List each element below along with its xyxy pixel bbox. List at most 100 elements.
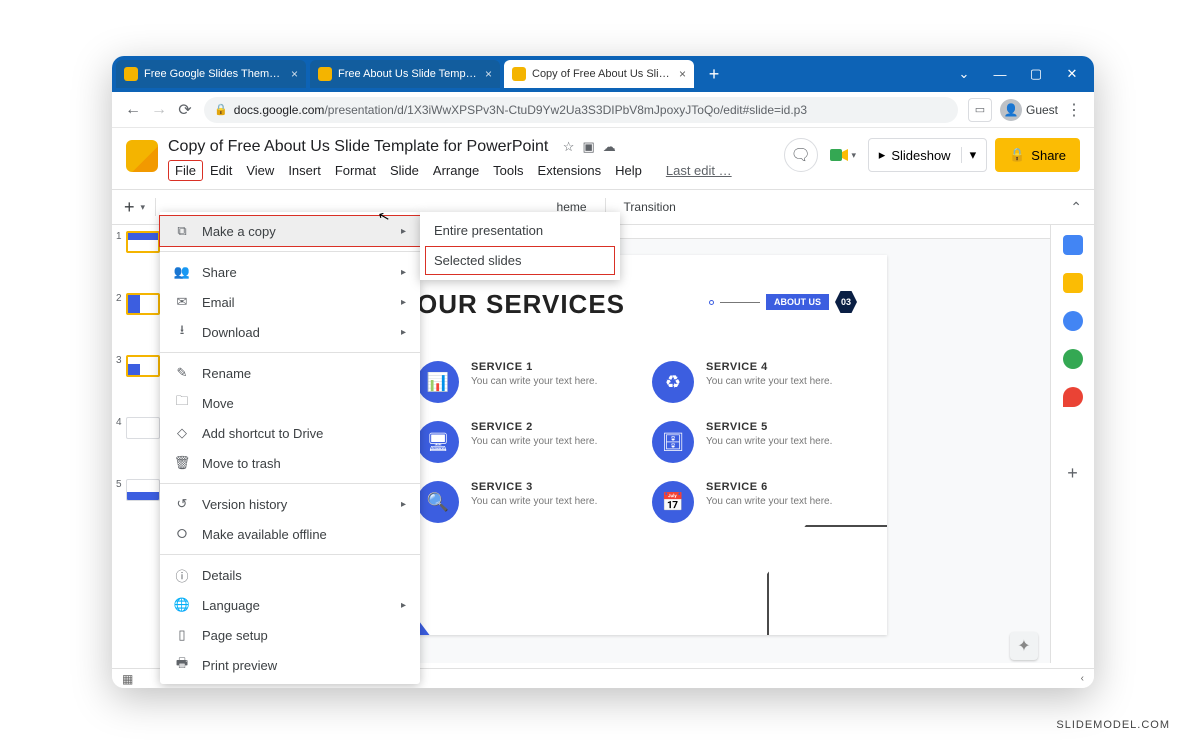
tab-close-icon[interactable]: × bbox=[679, 67, 686, 81]
menu-arrange[interactable]: Arrange bbox=[426, 160, 486, 181]
menu-language[interactable]: 🌐Language▸ bbox=[160, 590, 420, 620]
thumbnail-panel: 1 2 3 4 5 bbox=[112, 225, 164, 663]
profile-label: Guest bbox=[1026, 103, 1058, 117]
menu-version-history[interactable]: ↺Version history▸ bbox=[160, 489, 420, 519]
slides-logo-icon[interactable] bbox=[126, 140, 158, 172]
page-icon: ▯ bbox=[174, 627, 190, 643]
toolbar-transition[interactable]: Transition bbox=[616, 200, 684, 214]
menu-format[interactable]: Format bbox=[328, 160, 383, 181]
tab-close-icon[interactable]: × bbox=[485, 67, 492, 81]
menu-details[interactable]: ⓘDetails bbox=[160, 560, 420, 590]
share-button[interactable]: 🔒 Share bbox=[995, 138, 1080, 172]
contacts-icon[interactable] bbox=[1063, 349, 1083, 369]
tab-close-icon[interactable]: × bbox=[291, 67, 298, 81]
maps-icon[interactable] bbox=[1063, 387, 1083, 407]
submenu-selected-slides[interactable]: Selected slides bbox=[426, 247, 614, 274]
slide-thumb-3[interactable] bbox=[126, 355, 160, 377]
slide-thumb-2[interactable] bbox=[126, 293, 160, 315]
browser-tab-1[interactable]: Free Google Slides Themes - Slid × bbox=[116, 60, 306, 88]
url-host: docs.google.com bbox=[234, 103, 325, 117]
titlebar: Free Google Slides Themes - Slid × Free … bbox=[112, 56, 1094, 92]
slide-thumb-4[interactable] bbox=[126, 417, 160, 439]
slideshow-label: Slideshow bbox=[891, 148, 950, 163]
star-icon[interactable]: ☆ bbox=[563, 139, 575, 155]
minimize-button[interactable]: — bbox=[982, 56, 1018, 92]
kebab-menu-icon[interactable]: ⋮ bbox=[1062, 98, 1086, 122]
slide-thumb-5[interactable] bbox=[126, 479, 160, 501]
cloud-icon[interactable]: ☁ bbox=[603, 139, 616, 155]
file-menu-dropdown: ⧉Make a copy▸ 👥Share▸ ✉Email▸ ⭳Download▸… bbox=[160, 212, 420, 684]
slide-thumb-1[interactable] bbox=[126, 231, 160, 253]
menu-slide[interactable]: Slide bbox=[383, 160, 426, 181]
menu-move[interactable]: 🗀Move bbox=[160, 388, 420, 418]
download-icon: ⭳ bbox=[174, 324, 190, 340]
move-icon[interactable]: ▣ bbox=[582, 139, 594, 155]
meet-button[interactable]: ▾ bbox=[826, 138, 860, 172]
chevron-left-icon[interactable]: ‹ bbox=[1081, 673, 1084, 684]
info-icon: ⓘ bbox=[174, 567, 190, 583]
calendar-icon[interactable] bbox=[1063, 235, 1083, 255]
tasks-icon[interactable] bbox=[1063, 311, 1083, 331]
make-a-copy-submenu: Entire presentation Selected slides bbox=[420, 212, 620, 280]
address-field[interactable]: 🔒 docs.google.com/presentation/d/1X3iWwX… bbox=[204, 97, 958, 123]
document-title[interactable]: Copy of Free About Us Slide Template for… bbox=[168, 138, 548, 155]
maximize-button[interactable]: ▢ bbox=[1018, 56, 1054, 92]
menu-rename[interactable]: ✎Rename bbox=[160, 358, 420, 388]
service-item: 📊SERVICE 1You can write your text here. bbox=[417, 361, 612, 403]
service-item: 📅SERVICE 6You can write your text here. bbox=[652, 481, 847, 523]
rename-icon: ✎ bbox=[174, 365, 190, 381]
browser-tab-2[interactable]: Free About Us Slide Template fo × bbox=[310, 60, 500, 88]
add-addon-button[interactable]: + bbox=[1067, 463, 1078, 484]
window-controls: ⌄ — ▢ ✕ bbox=[946, 56, 1090, 92]
browser-tab-3-active[interactable]: Copy of Free About Us Slide Tem × bbox=[504, 60, 694, 88]
menu-page-setup[interactable]: ▯Page setup bbox=[160, 620, 420, 650]
menu-email[interactable]: ✉Email▸ bbox=[160, 287, 420, 317]
copy-icon: ⧉ bbox=[174, 223, 190, 239]
database-icon: 🗄 bbox=[652, 421, 694, 463]
last-edit-link[interactable]: Last edit … bbox=[659, 160, 739, 181]
favicon bbox=[318, 67, 332, 81]
thumb-num: 1 bbox=[116, 231, 122, 242]
slide-badge: ABOUT US 03 bbox=[709, 291, 857, 313]
menu-view[interactable]: View bbox=[239, 160, 281, 181]
slideshow-button[interactable]: ▸ Slideshow ▾ bbox=[868, 138, 987, 172]
drive-icon: ◇ bbox=[174, 425, 190, 441]
menu-offline[interactable]: ⭘Make available offline bbox=[160, 519, 420, 549]
service-item: 🔍SERVICE 3You can write your text here. bbox=[417, 481, 612, 523]
menu-bar: File Edit View Insert Format Slide Arran… bbox=[168, 160, 784, 181]
menu-trash[interactable]: 🗑Move to trash bbox=[160, 448, 420, 478]
menu-extensions[interactable]: Extensions bbox=[531, 160, 609, 181]
decorative-outline bbox=[767, 525, 887, 635]
reload-button[interactable]: ⟳ bbox=[172, 97, 198, 123]
thumb-num: 5 bbox=[116, 479, 122, 490]
new-tab-button[interactable]: + bbox=[702, 62, 726, 86]
menu-print-preview[interactable]: 🖶Print preview bbox=[160, 650, 420, 680]
forward-button[interactable]: → bbox=[146, 97, 172, 123]
history-icon: ↺ bbox=[174, 496, 190, 512]
menu-tools[interactable]: Tools bbox=[486, 160, 530, 181]
menu-help[interactable]: Help bbox=[608, 160, 649, 181]
comments-button[interactable]: 🗨 bbox=[784, 138, 818, 172]
grid-view-icon[interactable]: ▦ bbox=[122, 672, 133, 686]
menu-download[interactable]: ⭳Download▸ bbox=[160, 317, 420, 347]
chevron-down-icon[interactable]: ⌄ bbox=[946, 56, 982, 92]
back-button[interactable]: ← bbox=[120, 97, 146, 123]
menu-file[interactable]: File bbox=[168, 160, 203, 181]
explore-button[interactable]: ✦ bbox=[1010, 632, 1038, 660]
menu-add-shortcut[interactable]: ◇Add shortcut to Drive bbox=[160, 418, 420, 448]
url-bar: ← → ⟳ 🔒 docs.google.com/presentation/d/1… bbox=[112, 92, 1094, 128]
menu-share[interactable]: 👥Share▸ bbox=[160, 257, 420, 287]
new-slide-dropdown[interactable]: ▾ bbox=[141, 202, 146, 213]
menu-edit[interactable]: Edit bbox=[203, 160, 239, 181]
submenu-entire-presentation[interactable]: Entire presentation bbox=[420, 216, 620, 245]
slideshow-dropdown[interactable]: ▾ bbox=[961, 147, 977, 163]
close-button[interactable]: ✕ bbox=[1054, 56, 1090, 92]
slide-title: OUR SERVICES bbox=[417, 289, 625, 320]
keep-icon[interactable] bbox=[1063, 273, 1083, 293]
profile-chip[interactable]: 👤 Guest bbox=[1000, 99, 1058, 121]
app-header: Copy of Free About Us Slide Template for… bbox=[112, 128, 1094, 181]
reader-icon[interactable]: ▭ bbox=[968, 98, 992, 122]
new-slide-button[interactable]: + bbox=[124, 197, 135, 218]
menu-insert[interactable]: Insert bbox=[281, 160, 328, 181]
collapse-toolbar-button[interactable]: ⌃ bbox=[1070, 199, 1082, 216]
